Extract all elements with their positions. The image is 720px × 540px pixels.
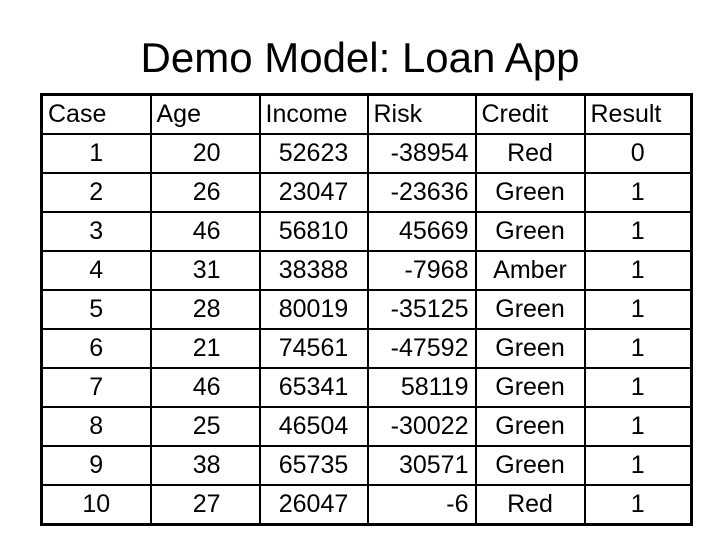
cell-income: 65341 [258,367,369,408]
cell-risk: -7968 [366,250,477,291]
cell-income: 56810 [258,211,369,252]
page-title: Demo Model: Loan App [140,34,580,81]
cell-result: 1 [583,367,693,408]
cell-income: 23047 [258,172,369,213]
cell-result: 1 [583,289,693,330]
cell-case: 2 [40,172,152,213]
cell-result: 1 [583,484,693,526]
cell-income: 65735 [258,445,369,486]
cell-case: 10 [40,484,152,526]
table-row: 10 27 26047 -6 Red 1 [40,484,693,526]
cell-age: 31 [149,250,261,291]
cell-risk: -23636 [366,172,477,213]
cell-credit: Red [474,484,586,526]
cell-case: 4 [40,250,152,291]
cell-credit: Amber [474,250,586,291]
cell-risk: 45669 [366,211,477,252]
table-row: 4 31 38388 -7968 Amber 1 [40,250,693,291]
cell-income: 52623 [258,133,369,174]
cell-result: 1 [583,250,693,291]
cell-case: 6 [40,328,152,369]
table-row: 2 26 23047 -23636 Green 1 [40,172,693,213]
cell-result: 1 [583,172,693,213]
cell-result: 1 [583,445,693,486]
cell-credit: Green [474,445,586,486]
loan-data-table: Case Age Income Risk Credit Result 1 20 52… [40,93,693,526]
cell-credit: Green [474,406,586,447]
cell-case: 7 [40,367,152,408]
table-row: 7 46 65341 58119 Green 1 [40,367,693,408]
cell-income: 38388 [258,250,369,291]
cell-result: 1 [583,211,693,252]
cell-income: 26047 [258,484,369,526]
cell-result: 0 [583,133,693,174]
table-row: 6 21 74561 -47592 Green 1 [40,328,693,369]
cell-credit: Green [474,172,586,213]
cell-case: 5 [40,289,152,330]
cell-income: 74561 [258,328,369,369]
cell-age: 25 [149,406,261,447]
cell-credit: Green [474,211,586,252]
header-case: Case [40,93,152,135]
cell-risk: -30022 [366,406,477,447]
header-row: Case Age Income Risk Credit Result [40,93,693,135]
cell-income: 80019 [258,289,369,330]
cell-age: 46 [149,211,261,252]
cell-age: 38 [149,445,261,486]
cell-age: 27 [149,484,261,526]
cell-case: 9 [40,445,152,486]
table-row: 8 25 46504 -30022 Green 1 [40,406,693,447]
cell-credit: Red [474,133,586,174]
cell-credit: Green [474,289,586,330]
cell-credit: Green [474,328,586,369]
cell-age: 20 [149,133,261,174]
table-row: 1 20 52623 -38954 Red 0 [40,133,693,174]
header-credit: Credit [474,93,586,135]
cell-risk: 30571 [366,445,477,486]
header-result: Result [583,93,693,135]
cell-risk: -38954 [366,133,477,174]
cell-age: 46 [149,367,261,408]
cell-risk: 58119 [366,367,477,408]
cell-credit: Green [474,367,586,408]
table-row: 5 28 80019 -35125 Green 1 [40,289,693,330]
cell-case: 1 [40,133,152,174]
cell-result: 1 [583,406,693,447]
table-body: 1 20 52623 -38954 Red 0 2 26 23047 -23636 Green 1 3 4… [40,133,693,526]
cell-result: 1 [583,328,693,369]
cell-risk: -47592 [366,328,477,369]
cell-income: 46504 [258,406,369,447]
cell-risk: -6 [366,484,477,526]
header-risk: Risk [366,93,477,135]
header-age: Age [149,93,261,135]
cell-age: 21 [149,328,261,369]
cell-risk: -35125 [366,289,477,330]
table-row: 3 46 56810 45669 Green 1 [40,211,693,252]
cell-age: 28 [149,289,261,330]
cell-case: 3 [40,211,152,252]
table-row: 9 38 65735 30571 Green 1 [40,445,693,486]
cell-age: 26 [149,172,261,213]
cell-case: 8 [40,406,152,447]
header-income: Income [258,93,369,135]
